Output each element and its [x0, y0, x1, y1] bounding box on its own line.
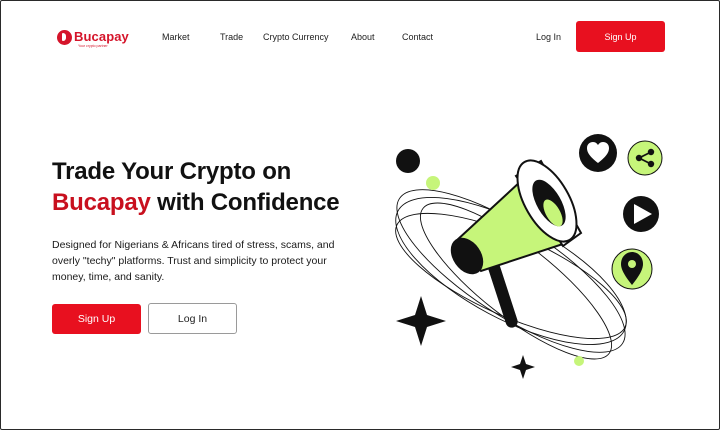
- header-login-link[interactable]: Log In: [536, 32, 561, 42]
- landing-page: Bucapay Your crypto partner Market Trade…: [0, 0, 720, 430]
- hero-illustration: [395, 134, 663, 379]
- bucapay-logo[interactable]: Bucapay Your crypto partner: [57, 29, 129, 49]
- hero-signup-button[interactable]: Sign Up: [52, 304, 141, 334]
- header-signup-button[interactable]: Sign Up: [576, 21, 665, 52]
- logo-tagline: Your crypto partner: [78, 44, 108, 48]
- play-bubble: [623, 196, 659, 232]
- hero-title-brand: Bucapay: [52, 189, 151, 216]
- sparkle-star-small-icon: [511, 355, 535, 379]
- nav-item-about[interactable]: About: [351, 32, 375, 42]
- hero-description: Designed for Nigerians & Africans tired …: [52, 239, 335, 283]
- heart-bubble: [579, 134, 617, 172]
- nav-item-trade[interactable]: Trade: [220, 32, 243, 42]
- location-bubble: [611, 248, 653, 290]
- logo-mark-icon: [57, 30, 72, 45]
- hero-title-rest: with Confidence: [157, 189, 340, 216]
- share-bubble: [627, 140, 663, 176]
- hero-title: Trade Your Crypto on Bucapay with Confid…: [52, 156, 340, 218]
- nav-item-contact[interactable]: Contact: [402, 32, 433, 42]
- logo-name: Bucapay: [74, 29, 129, 44]
- decor-dot-green: [426, 176, 440, 190]
- hero-login-button[interactable]: Log In: [148, 303, 237, 334]
- megaphone-icon: [450, 159, 583, 328]
- decor-dot-green-small: [574, 356, 584, 366]
- nav-item-crypto-currency[interactable]: Crypto Currency: [263, 32, 329, 42]
- nav-item-market[interactable]: Market: [162, 32, 190, 42]
- decor-dot-black: [396, 149, 420, 173]
- hero-title-line1: Trade Your Crypto on: [52, 158, 292, 185]
- sparkle-star-icon: [396, 296, 446, 346]
